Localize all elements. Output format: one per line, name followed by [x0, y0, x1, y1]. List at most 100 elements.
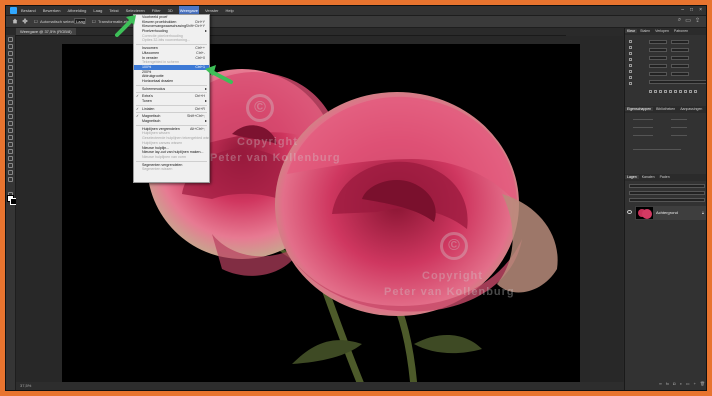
share-icon[interactable]: ⇪ [695, 17, 700, 24]
menu-afbeelding[interactable]: Afbeelding [66, 6, 87, 15]
trash-icon[interactable]: 🗑︎ [700, 380, 705, 388]
character-field[interactable] [671, 72, 689, 76]
dodge-tool-icon[interactable] [8, 135, 13, 140]
hand-tool-icon[interactable] [8, 170, 13, 175]
property-field[interactable] [633, 132, 653, 136]
history-brush-tool-icon[interactable] [8, 107, 13, 112]
pen-tool-icon[interactable] [8, 142, 13, 147]
text-style-icon[interactable] [694, 90, 697, 93]
property-field[interactable] [671, 124, 687, 128]
blur-tool-icon[interactable] [8, 128, 13, 133]
text-style-icon[interactable] [664, 90, 667, 93]
character-field[interactable] [649, 40, 667, 44]
canvas-area[interactable]: © Copyright Peter van Kollenburg © Copyr… [16, 36, 623, 387]
panel-tool-icon[interactable] [629, 64, 632, 67]
text-style-icon[interactable] [654, 90, 657, 93]
document-tab[interactable]: Weergave @ 37,5% (RGB/8) [16, 28, 76, 35]
auto-select-checkbox[interactable]: ☐ [34, 19, 38, 24]
tab-lagen[interactable]: Lagen [625, 175, 639, 179]
new-layer-icon[interactable]: + [694, 380, 696, 388]
eraser-tool-icon[interactable] [8, 114, 13, 119]
zoom-tool-icon[interactable] [8, 177, 13, 182]
panel-tool-icon[interactable] [629, 52, 632, 55]
view-menu-item[interactable]: Tonen ▸ [134, 98, 209, 104]
text-style-icon[interactable] [674, 90, 677, 93]
lasso-tool-icon[interactable] [8, 51, 13, 56]
blend-mode-select[interactable] [629, 191, 705, 195]
text-style-icon[interactable] [649, 90, 652, 93]
character-field[interactable] [649, 56, 667, 60]
character-field[interactable] [671, 64, 689, 68]
gradient-tool-icon[interactable] [8, 121, 13, 126]
eyedropper-tool-icon[interactable] [8, 79, 13, 84]
property-field[interactable] [633, 116, 653, 120]
home-icon[interactable] [12, 18, 18, 24]
menu-laag[interactable]: Laag [92, 6, 103, 15]
property-field[interactable] [633, 146, 681, 150]
search-icon[interactable]: ⌕ [678, 17, 681, 24]
folder-icon[interactable]: ▭ [686, 380, 690, 388]
character-field[interactable] [671, 40, 689, 44]
minimize-icon[interactable]: – [681, 6, 684, 15]
shape-tool-icon[interactable] [8, 163, 13, 168]
tab-eigenschappen[interactable]: Eigenschappen [625, 107, 654, 111]
panel-tool-icon[interactable] [629, 46, 632, 49]
tab-kanalen[interactable]: Kanalen [640, 175, 657, 179]
text-style-icon[interactable] [669, 90, 672, 93]
tab-verlopen[interactable]: Verlopen [653, 29, 671, 33]
view-menu-item[interactable]: Magnetisch ▸ [134, 118, 209, 124]
character-field[interactable] [671, 48, 689, 52]
panel-tool-icon[interactable] [629, 70, 632, 73]
text-style-icon[interactable] [684, 90, 687, 93]
transform-checkbox[interactable]: ☐ [92, 19, 96, 24]
adjustment-icon[interactable]: ◑ [679, 380, 681, 388]
menu-bestand[interactable]: Bestand [20, 6, 37, 15]
move-tool-icon[interactable] [22, 18, 28, 24]
zoom-readout[interactable]: 37,5% [20, 383, 31, 388]
photoshop-logo-icon[interactable] [10, 7, 17, 14]
tab-stalen[interactable]: Stalen [638, 29, 652, 33]
layer-row-background[interactable]: Achtergrond 🔒︎ [635, 206, 706, 220]
property-field[interactable] [633, 124, 653, 128]
view-menu-item[interactable]: ✓ Linialen Ctrl+R [134, 107, 209, 112]
link-layers-icon[interactable]: ∞ [659, 380, 662, 388]
text-style-icon[interactable] [689, 90, 692, 93]
type-tool-icon[interactable] [8, 149, 13, 154]
panel-tool-icon[interactable] [629, 82, 632, 85]
marquee-tool-icon[interactable] [8, 44, 13, 49]
view-menu-item[interactable]: Schermmodus ▸ [134, 86, 209, 92]
clone-tool-icon[interactable] [8, 100, 13, 105]
move-tool-icon[interactable] [8, 37, 13, 42]
panel-tool-icon[interactable] [629, 40, 632, 43]
maximize-icon[interactable]: □ [690, 6, 693, 15]
crop-tool-icon[interactable] [8, 65, 13, 70]
lock-row[interactable] [629, 198, 705, 202]
frame-tool-icon[interactable] [8, 72, 13, 77]
auto-select-dropdown[interactable]: Laag [74, 18, 86, 24]
healing-tool-icon[interactable] [8, 86, 13, 91]
tab-kleur[interactable]: Kleur [625, 29, 638, 33]
quick-select-tool-icon[interactable] [8, 58, 13, 63]
text-style-icon[interactable] [679, 90, 682, 93]
path-select-tool-icon[interactable] [8, 156, 13, 161]
character-field[interactable] [649, 80, 706, 84]
panel-tool-icon[interactable] [629, 76, 632, 79]
tab-paden[interactable]: Paden [658, 175, 672, 179]
close-icon[interactable]: × [699, 6, 702, 15]
character-field[interactable] [649, 48, 667, 52]
workspace-icon[interactable]: ▭ [685, 17, 691, 24]
panel-tool-icon[interactable] [629, 58, 632, 61]
menu-bewerken[interactable]: Bewerken [42, 6, 62, 15]
fx-icon[interactable]: fx [666, 380, 669, 388]
view-menu-item[interactable]: Horizontaal draaien [134, 79, 209, 84]
property-field[interactable] [671, 116, 687, 120]
tab-aanpassingen[interactable]: Aanpassingen [678, 107, 704, 111]
text-style-icon[interactable] [659, 90, 662, 93]
menu-help[interactable]: Help [225, 6, 235, 15]
tab-patronen[interactable]: Patronen [672, 29, 690, 33]
property-field[interactable] [671, 132, 687, 136]
character-field[interactable] [649, 72, 667, 76]
mask-icon[interactable]: ◘ [673, 380, 675, 388]
layer-filter[interactable] [629, 184, 705, 188]
character-field[interactable] [671, 56, 689, 60]
